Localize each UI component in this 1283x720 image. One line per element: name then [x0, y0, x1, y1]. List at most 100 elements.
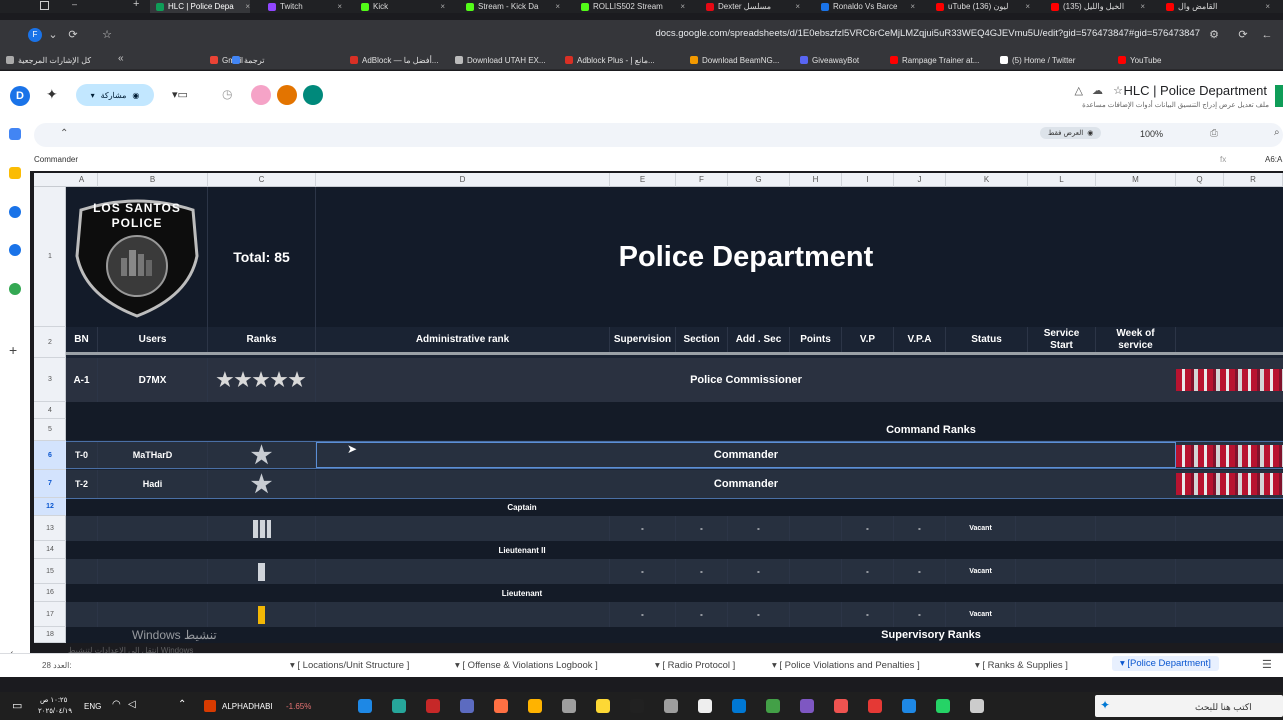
lieutenant-ii-insignia-icon[interactable]: [208, 559, 316, 584]
all-sheets-icon[interactable]: ☰: [1262, 658, 1272, 671]
show-hidden-icon[interactable]: ⌃: [178, 699, 186, 710]
column-header[interactable]: E: [610, 173, 676, 187]
whatsapp-icon[interactable]: [936, 699, 950, 713]
row-header[interactable]: 13: [34, 516, 66, 541]
chrome-icon[interactable]: [528, 699, 542, 713]
bookmark-star-icon[interactable]: ☆: [100, 28, 114, 42]
header-add-sec[interactable]: Add . Sec: [728, 327, 790, 352]
wifi-icon[interactable]: ◠: [112, 699, 121, 710]
url-input[interactable]: docs.google.com/spreadsheets/d/1E0ebszfz…: [300, 28, 1200, 42]
column-header[interactable]: B: [98, 173, 208, 187]
commander-user[interactable]: MaTHarD: [98, 442, 208, 468]
browser-tab[interactable]: ROLLIS502 Stream ×: [575, 0, 685, 13]
bookmark-item[interactable]: GiveawayBot: [800, 54, 859, 66]
tab-search-icon[interactable]: ⌄: [46, 28, 60, 42]
share-button[interactable]: ▾ مشاركة ◉: [76, 84, 154, 106]
header-users[interactable]: Users: [98, 327, 208, 352]
account-avatar[interactable]: D: [10, 86, 30, 106]
print-icon[interactable]: ⎙: [1210, 128, 1218, 139]
row-header[interactable]: 12: [34, 498, 66, 516]
logo-cell[interactable]: LOS SANTOS POLICE: [66, 187, 208, 327]
row-header[interactable]: 15: [34, 559, 66, 584]
column-header[interactable]: R: [1224, 173, 1283, 187]
column-header[interactable]: L: [1028, 173, 1096, 187]
gemini-icon[interactable]: ✦: [46, 86, 58, 103]
close-tab-icon[interactable]: ×: [1265, 2, 1270, 11]
row-header[interactable]: 17: [34, 602, 66, 627]
row-header[interactable]: 16: [34, 584, 66, 602]
header-section[interactable]: Section: [676, 327, 728, 352]
close-tab-icon[interactable]: ×: [1140, 2, 1145, 11]
close-tab-icon[interactable]: ×: [1025, 2, 1030, 11]
bookmark-item[interactable]: Download BeamNG...: [690, 54, 779, 66]
app-icon[interactable]: [698, 699, 712, 713]
app-icon[interactable]: [460, 699, 474, 713]
search-box[interactable]: [1095, 695, 1283, 717]
meet-icon[interactable]: ▾▭: [172, 88, 188, 101]
app-icon[interactable]: [562, 699, 576, 713]
commander-star-icon[interactable]: ★: [208, 470, 316, 498]
header-bn[interactable]: BN: [66, 327, 98, 352]
app-icon[interactable]: [358, 699, 372, 713]
lieutenant-ii-title[interactable]: Lieutenant II: [446, 541, 598, 559]
app-icon[interactable]: [800, 699, 814, 713]
header-supervision[interactable]: Supervision: [610, 327, 676, 352]
app-icon[interactable]: [834, 699, 848, 713]
search-menus-icon[interactable]: ⌕: [1274, 127, 1280, 138]
clock-date[interactable]: ٢٠٢٥/٠٤/١٩: [38, 707, 72, 715]
profile-avatar[interactable]: F: [28, 28, 42, 42]
supervisory-ranks-title[interactable]: Supervisory Ranks: [846, 627, 1016, 643]
browser-tab[interactable]: Kick ×: [355, 0, 445, 13]
row-header[interactable]: 5: [34, 419, 66, 441]
commissioner-rank[interactable]: Police Commissioner: [316, 358, 1176, 402]
edge-icon[interactable]: [902, 699, 916, 713]
commander-bn[interactable]: T-2: [66, 470, 98, 498]
drive-icon[interactable]: △: [1075, 84, 1083, 97]
collapse-icon[interactable]: ⌃: [60, 128, 68, 139]
status-vacant[interactable]: Vacant: [946, 602, 1016, 627]
column-header[interactable]: G: [728, 173, 790, 187]
header-vp[interactable]: V.P: [842, 327, 894, 352]
browser-tab[interactable]: Twitch ×: [262, 0, 342, 13]
app-icon[interactable]: [494, 699, 508, 713]
collaborator-avatar-2[interactable]: [277, 85, 297, 105]
browser-tab[interactable]: HLC | Police Depa ×: [150, 0, 250, 13]
tasks-icon[interactable]: [9, 206, 21, 218]
steam-icon[interactable]: [392, 699, 406, 713]
sheet-heading[interactable]: Police Department: [316, 187, 1176, 327]
header-ranks[interactable]: Ranks: [208, 327, 316, 352]
close-tab-icon[interactable]: ×: [680, 2, 685, 11]
total-count[interactable]: Total: 85: [208, 187, 316, 327]
document-title[interactable]: HLC | Police Department: [1123, 83, 1267, 98]
app-icon[interactable]: [630, 699, 644, 713]
captain-insignia-icon[interactable]: [208, 516, 316, 541]
reload-icon[interactable]: ⟳: [66, 28, 80, 42]
commander-rank[interactable]: Commander: [316, 442, 1176, 468]
site-settings-icon[interactable]: ⚙: [1207, 28, 1221, 42]
column-header[interactable]: K: [946, 173, 1028, 187]
close-tab-icon[interactable]: ×: [245, 2, 250, 11]
minimize-icon[interactable]: –: [72, 0, 77, 9]
browser-tab[interactable]: القامض وال ×: [1160, 0, 1270, 13]
start-icon[interactable]: ✦: [1100, 698, 1110, 712]
zoom-select[interactable]: 100%: [1140, 129, 1163, 139]
column-header[interactable]: A: [66, 173, 98, 187]
sheet-tab[interactable]: ▾ [ Offense & Violations Logbook ]: [455, 660, 598, 671]
bookmark-item[interactable]: كل الإشارات المرجعية: [6, 54, 91, 66]
outlook-icon[interactable]: [732, 699, 746, 713]
header-week-of-service[interactable]: Week of service: [1096, 327, 1176, 352]
status-vacant[interactable]: Vacant: [946, 516, 1016, 541]
move-icon[interactable]: ☁: [1092, 84, 1103, 97]
file-explorer-icon[interactable]: [596, 699, 610, 713]
captain-title[interactable]: Captain: [446, 499, 598, 516]
new-tab-icon[interactable]: +: [133, 0, 139, 10]
row-header[interactable]: 7: [34, 470, 66, 498]
chevron-left-icon[interactable]: «: [118, 53, 124, 64]
bookmark-item[interactable]: AdBlock — أفضل ما...: [350, 54, 438, 66]
browser-tab[interactable]: Ronaldo Vs Barce ×: [815, 0, 915, 13]
app-icon[interactable]: [664, 699, 678, 713]
row-header[interactable]: 1: [34, 187, 66, 327]
menu-bar[interactable]: ملف تعديل عرض إدراج التنسيق البيانات أدو…: [1082, 101, 1269, 109]
history-icon[interactable]: ◷: [222, 87, 232, 101]
column-header[interactable]: M: [1096, 173, 1176, 187]
